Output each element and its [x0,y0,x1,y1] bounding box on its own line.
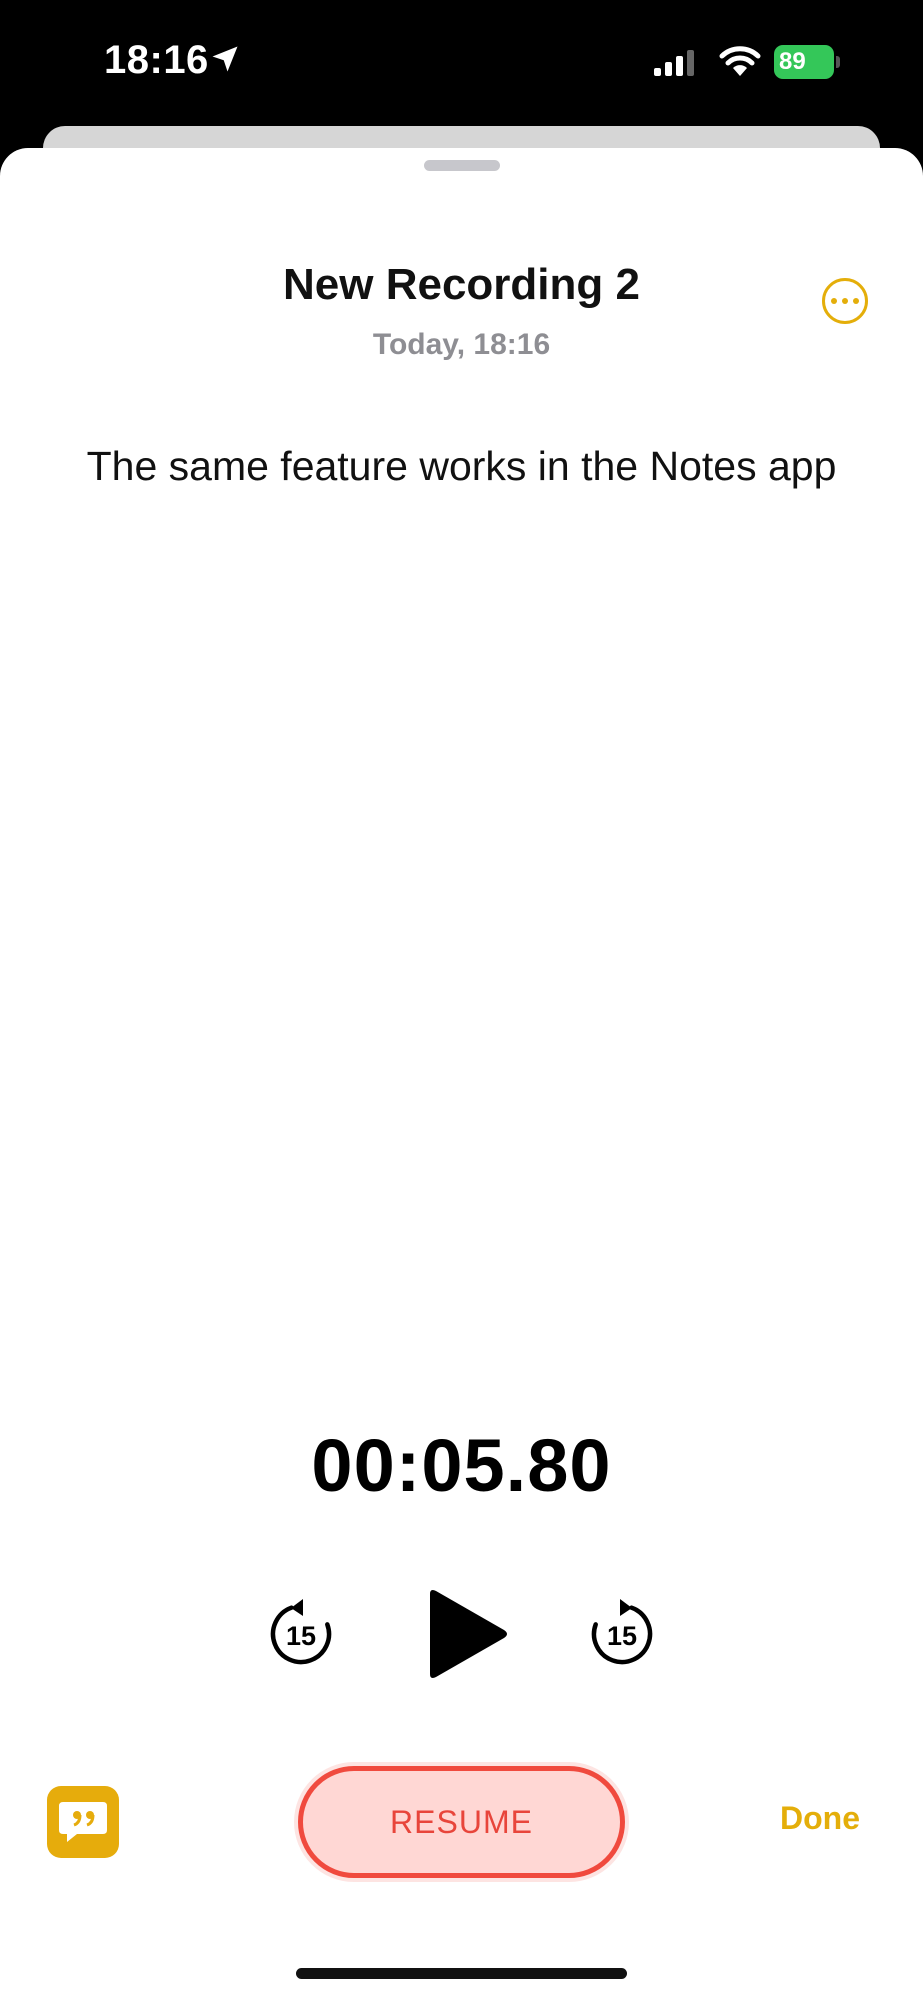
skip-forward-seconds: 15 [607,1621,637,1651]
skip-back-15-button[interactable]: 15 [265,1598,337,1670]
battery-cap [836,56,840,68]
rewind-arrow-icon [291,1599,303,1616]
play-button[interactable] [424,1588,508,1680]
quote-bubble-icon [59,1802,107,1842]
elapsed-timer: 00:05.80 [311,1424,612,1507]
cellular-signal-icon [654,50,694,76]
more-dot [842,298,848,304]
done-button[interactable]: Done [780,1800,860,1837]
status-time: 18:16 [104,38,209,82]
more-options-button[interactable] [822,278,868,324]
battery-charging-icon: 89 [774,45,840,79]
transcript-toggle-button[interactable] [47,1786,119,1858]
more-dot [831,298,837,304]
recording-title[interactable]: New Recording 2 [0,260,923,310]
more-dot [853,298,859,304]
sheet-grabber[interactable] [424,160,500,171]
transcript-text: The same feature works in the Notes app [86,443,837,489]
location-arrow-icon [212,46,238,72]
home-indicator[interactable] [296,1968,627,1979]
status-bar: 18:16 89 [0,0,923,125]
skip-back-seconds: 15 [286,1621,316,1651]
skip-forward-15-button[interactable]: 15 [586,1598,658,1670]
wifi-icon [719,46,761,76]
resume-button[interactable]: RESUME [298,1766,625,1878]
battery-level: 89 [774,45,834,79]
forward-arrow-icon [620,1599,632,1616]
recording-date: Today, 18:16 [372,328,551,361]
recording-sheet: New Recording 2 Today, 18:16 The same fe… [0,148,923,2000]
